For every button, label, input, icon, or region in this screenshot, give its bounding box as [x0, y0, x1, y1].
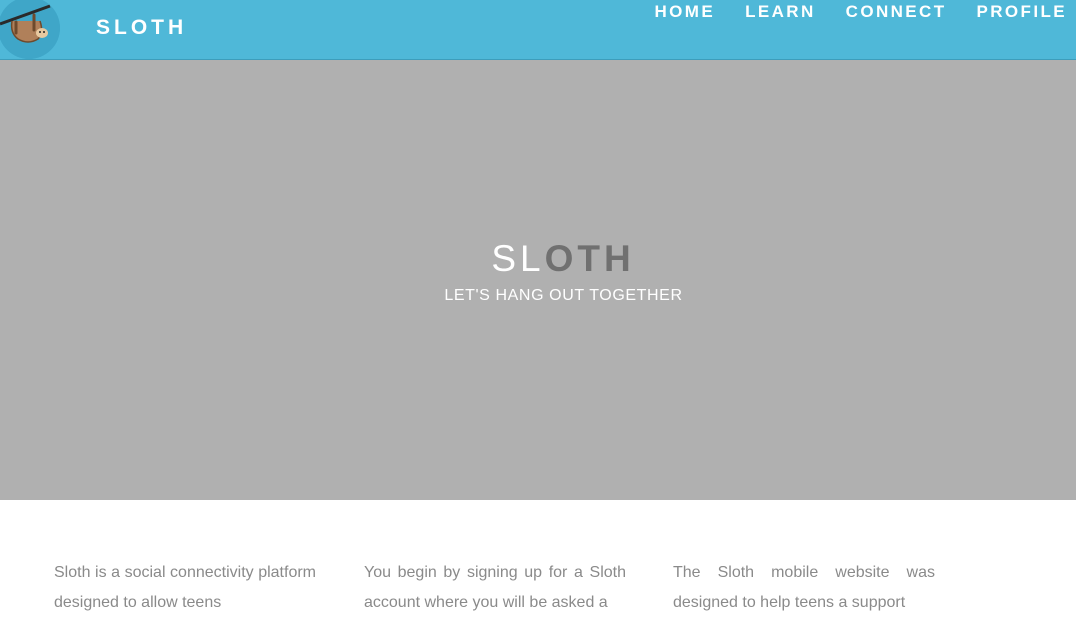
brand-title[interactable]: SLOTH	[96, 16, 187, 40]
intro-section: Sloth is a social connectivity platform …	[0, 500, 1076, 611]
top-navbar: SLOTH HOME LEARN CONNECT PROFILE	[0, 0, 1076, 60]
hero-title-part2: OTH	[544, 238, 635, 279]
nav-home-link[interactable]: HOME	[654, 3, 715, 21]
hero-banner: SLOTH LET'S HANG OUT TOGETHER	[0, 60, 1076, 500]
nav-learn-link[interactable]: LEARN	[745, 3, 816, 21]
nav-profile-link[interactable]: PROFILE	[977, 3, 1067, 21]
sloth-logo-graphic	[0, 0, 60, 59]
sloth-logo-icon[interactable]	[0, 0, 60, 59]
nav-connect-link[interactable]: CONNECT	[846, 3, 947, 21]
intro-column-1: Sloth is a social connectivity platform …	[54, 564, 316, 611]
hero-subtitle: LET'S HANG OUT TOGETHER	[444, 287, 683, 304]
intro-column-2: You begin by signing up for a Sloth acco…	[364, 564, 626, 611]
main-nav: HOME LEARN CONNECT PROFILE	[624, 3, 1067, 21]
intro-column-3: The Sloth mobile website was designed to…	[673, 564, 935, 611]
hero-title-part1: SL	[491, 238, 545, 279]
hero-title: SLOTH	[0, 236, 1076, 282]
